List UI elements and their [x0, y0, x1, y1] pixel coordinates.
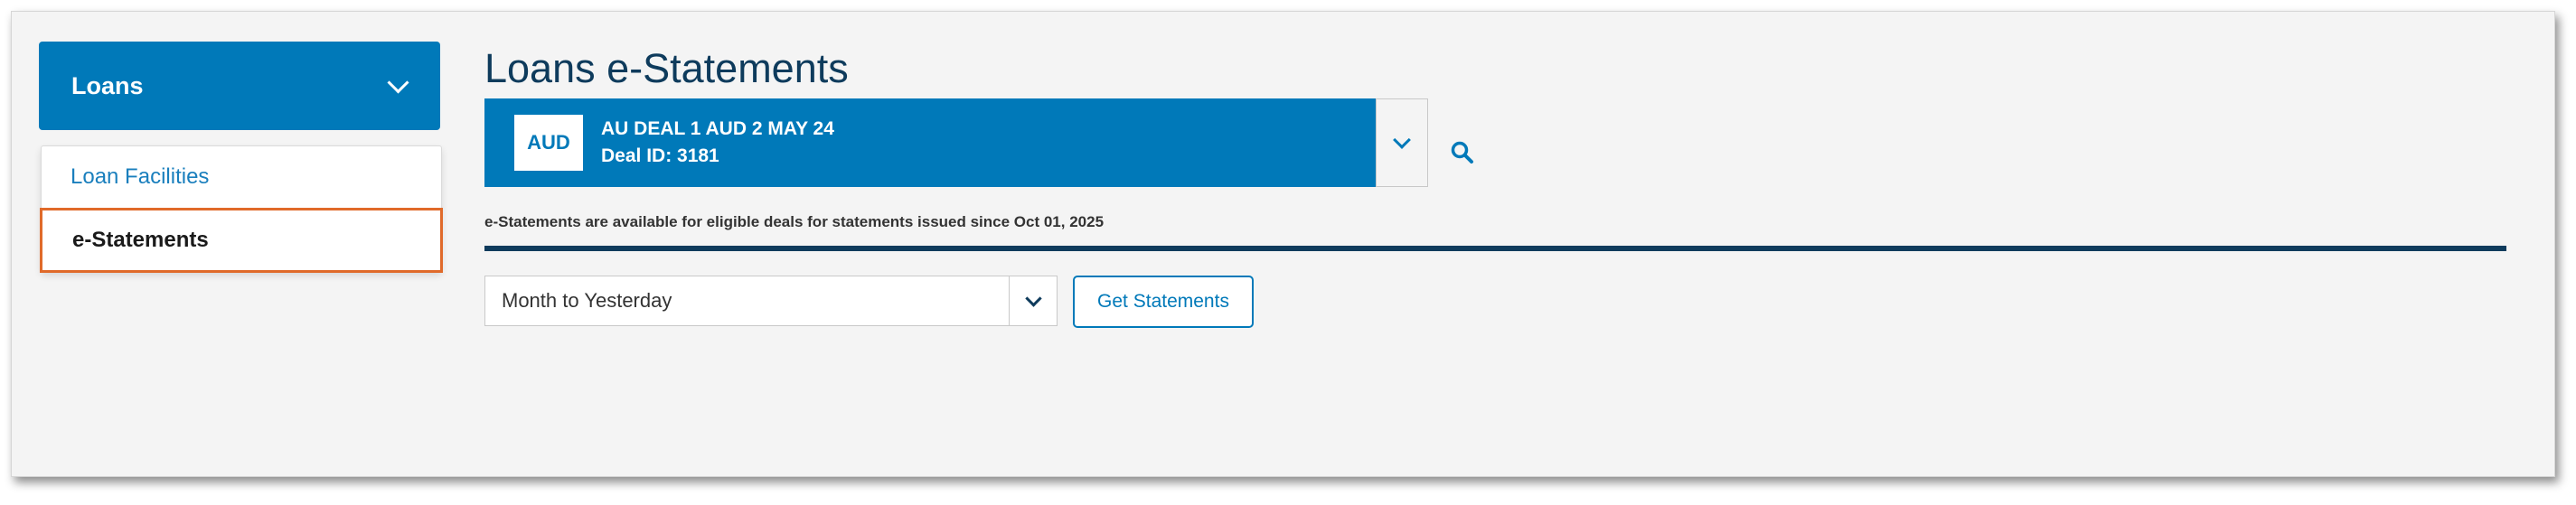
period-dropdown-toggle[interactable] [1009, 276, 1057, 325]
deal-id: Deal ID: 3181 [601, 145, 719, 166]
chevron-down-icon [387, 70, 409, 94]
sidebar-item-loan-facilities[interactable]: Loan Facilities [42, 146, 441, 208]
app-frame: Loans Loan Facilities e-Statements Loans… [11, 11, 2555, 477]
chevron-down-icon [1024, 289, 1042, 307]
sidebar-item-e-statements[interactable]: e-Statements [40, 208, 443, 273]
availability-note: e-Statements are available for eligible … [484, 213, 1105, 230]
period-select[interactable]: Month to Yesterday [484, 276, 1058, 326]
deal-selector[interactable]: AUD AU DEAL 1 AUD 2 MAY 24 Deal ID: 3181 [484, 98, 1415, 187]
sidebar-item-label: Loan Facilities [71, 164, 210, 189]
sidebar-item-label: e-Statements [72, 228, 209, 252]
deal-dropdown-button[interactable] [1376, 98, 1428, 187]
chevron-down-icon [1393, 131, 1411, 149]
deal-info: AU DEAL 1 AUD 2 MAY 24 Deal ID: 3181 [601, 116, 834, 170]
period-select-value: Month to Yesterday [502, 289, 672, 312]
sidebar-menu: Loan Facilities e-Statements [40, 145, 443, 273]
currency-badge: AUD [514, 115, 583, 171]
loans-menu-header[interactable]: Loans [39, 42, 440, 130]
get-statements-button[interactable]: Get Statements [1073, 276, 1254, 328]
deal-name: AU DEAL 1 AUD 2 MAY 24 [601, 118, 834, 139]
search-icon[interactable] [1450, 140, 1475, 165]
search-icon-graphic [1451, 141, 1473, 164]
divider [484, 246, 2506, 251]
loans-menu-title: Loans [71, 71, 144, 99]
page-title: Loans e-Statements [484, 45, 849, 91]
